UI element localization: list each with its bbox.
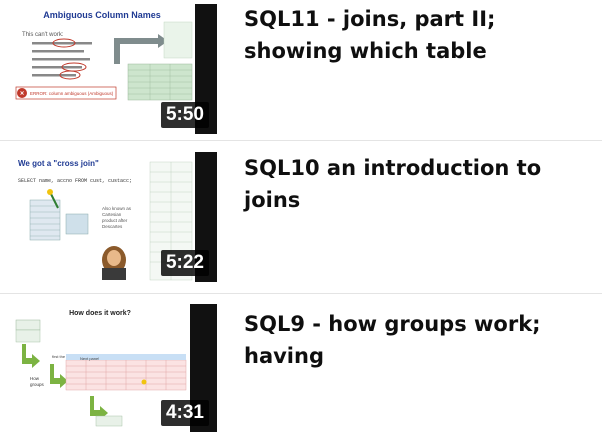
slide-heading: Ambiguous Column Names (43, 10, 161, 20)
divider (0, 140, 602, 141)
video-thumbnail[interactable]: How does it work? first the Next pane! H… (10, 304, 217, 432)
video-duration: 5:50 (160, 102, 209, 128)
video-item[interactable]: Ambiguous Column Names This can't work: (0, 0, 602, 140)
video-list: Ambiguous Column Names This can't work: (0, 0, 602, 434)
svg-text:Next pane!: Next pane! (80, 356, 99, 361)
slide-heading: We got a "cross join" (18, 159, 99, 168)
slide-code: SELECT name, accno FROM cust, custacc; (18, 178, 132, 184)
svg-text:×: × (20, 91, 24, 98)
svg-text:first the: first the (52, 354, 66, 359)
divider (0, 293, 602, 294)
slide-heading: How does it work? (69, 310, 131, 317)
video-title[interactable]: SQL11 - joins, part II; showing which ta… (244, 3, 589, 67)
slide-error: ERROR: column ambiguous (Ambiguous) (30, 91, 114, 96)
video-title[interactable]: SQL9 - how groups work; having (244, 308, 589, 372)
video-duration: 4:31 (160, 400, 209, 426)
video-thumbnail[interactable]: Ambiguous Column Names This can't work: (10, 4, 217, 134)
video-duration: 5:22 (160, 250, 209, 276)
video-thumbnail[interactable]: We got a "cross join" SELECT name, accno… (10, 152, 217, 282)
slide-bullet: This can't work: (22, 32, 64, 38)
video-item[interactable]: How does it work? first the Next pane! H… (0, 296, 602, 434)
video-title[interactable]: SQL10 an introduction to joins (244, 152, 589, 216)
video-item[interactable]: We got a "cross join" SELECT name, accno… (0, 148, 602, 288)
